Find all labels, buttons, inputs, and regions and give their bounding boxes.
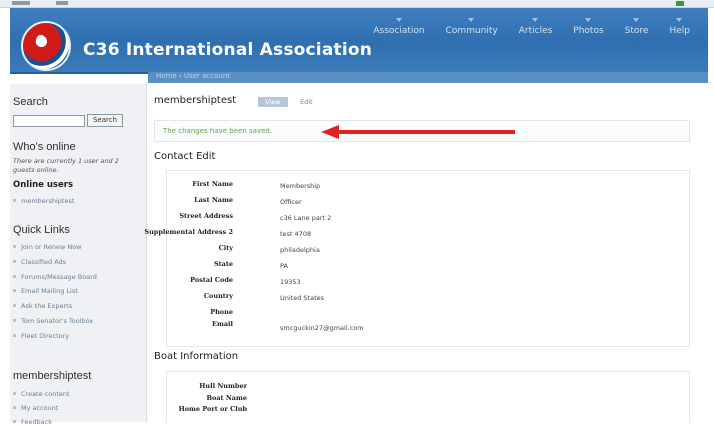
field-value: Membership (280, 182, 321, 190)
field-value: c36 Lane part 2 (280, 214, 332, 222)
status-icon (676, 1, 684, 6)
tab-edit[interactable]: Edit (300, 97, 313, 107)
boat-panel: Hull Number Boat Name Home Port or Club (166, 371, 690, 423)
field-label: Postal Code (190, 276, 233, 284)
field-value: United States (280, 294, 325, 302)
site-logo-icon[interactable]: C (21, 21, 71, 71)
browser-top-strip (0, 0, 714, 8)
field-value: Officer (280, 198, 302, 206)
quick-link-toolbox[interactable]: Tom Senator's Toolbox (12, 317, 93, 325)
site-title[interactable]: C36 International Association (83, 40, 372, 60)
field-label: City (218, 244, 233, 252)
breadcrumb-bar: Home › User account (148, 72, 708, 83)
quick-link-join[interactable]: Join or Renew Now (12, 243, 81, 251)
field-value: 19353 (280, 278, 301, 286)
field-label: Phone (210, 308, 233, 316)
contact-row: Supplemental Address 2 test 4708 (144, 228, 687, 240)
user-menu-create-content[interactable]: Create content (13, 390, 70, 398)
contact-row: Last Name Officer (167, 196, 687, 208)
field-label: Boat Name (206, 394, 247, 402)
field-label: Last Name (194, 196, 233, 204)
contact-row: Country United States (167, 292, 687, 304)
field-label: Country (203, 292, 233, 300)
site-header: C C36 International Association Associat… (10, 8, 708, 74)
contact-row: Street Address c36 Lane part 2 (167, 212, 687, 224)
quick-link-forums[interactable]: Forums/Message Board (13, 273, 97, 281)
user-menu-title: membershiptest (13, 370, 92, 382)
breadcrumb-user-account[interactable]: User account (184, 72, 230, 80)
field-value: smcguckin27@gmail.com (280, 324, 364, 332)
whos-online-title: Who's online (13, 141, 76, 153)
breadcrumb-home[interactable]: Home (156, 72, 177, 80)
field-label: Email (212, 320, 233, 328)
contact-panel: First Name Membership Last Name Officer … (144, 170, 690, 347)
boat-row: Home Port or Club (167, 405, 687, 417)
quick-link-fleet[interactable]: Fleet Directory (12, 332, 69, 340)
status-message: The changes have been saved. (163, 127, 273, 135)
toolbar-icon (12, 1, 30, 5)
field-label: State (213, 260, 233, 268)
field-value: PA (280, 262, 288, 270)
field-label: Hull Number (199, 382, 247, 390)
contact-row: State PA (167, 260, 687, 272)
boat-section-title: Boat Information (154, 351, 239, 362)
field-label: Supplemental Address 2 (144, 228, 233, 236)
search-input[interactable] (13, 115, 85, 127)
contact-row: First Name Membership (167, 180, 687, 192)
nav-item-help[interactable]: Help (658, 18, 700, 36)
page-title: membershiptest (154, 95, 237, 106)
breadcrumb: Home › User account (156, 72, 230, 80)
search-block-title: Search (13, 96, 48, 108)
quick-link-experts[interactable]: Ask the Experts (12, 302, 72, 310)
quick-link-email-list[interactable]: Email Mailing List (13, 287, 78, 295)
field-label: First Name (192, 180, 233, 188)
tab-view[interactable]: View (258, 97, 288, 107)
annotation-arrow-line (338, 130, 515, 134)
field-label: Home Port or Club (178, 405, 247, 413)
field-label: Street Address (179, 212, 233, 220)
nav-item-association[interactable]: Association (362, 18, 434, 36)
contact-row: Email smcguckin27@gmail.com (167, 320, 687, 332)
nav-item-photos[interactable]: Photos (562, 18, 613, 36)
quick-link-classified[interactable]: Classified Ads (12, 258, 66, 266)
primary-nav: Association Community Articles Photos St… (362, 18, 700, 36)
quick-links-title: Quick Links (13, 224, 70, 236)
toolbar-icon (56, 1, 68, 5)
contact-section-title: Contact Edit (154, 151, 216, 162)
nav-item-articles[interactable]: Articles (508, 18, 563, 36)
user-menu-my-account[interactable]: My account (12, 404, 58, 412)
field-value: philadelphia (280, 246, 320, 254)
whos-online-text: There are currently 1 user and 2 guests … (13, 157, 119, 174)
annotation-arrow-icon (321, 125, 339, 139)
boat-row: Hull Number (167, 382, 687, 394)
user-menu-feedback[interactable]: Feedback (13, 418, 52, 426)
contact-row: City philadelphia (167, 244, 687, 256)
online-user-link[interactable]: membershiptest (12, 197, 74, 205)
contact-row: Postal Code 19353 (167, 276, 687, 288)
contact-row: Phone (167, 308, 687, 320)
online-users-label: Online users (13, 180, 74, 190)
nav-item-store[interactable]: Store (614, 18, 659, 36)
search-button[interactable]: Search (87, 114, 123, 127)
nav-item-community[interactable]: Community (435, 18, 508, 36)
field-value: test 4708 (280, 230, 312, 238)
